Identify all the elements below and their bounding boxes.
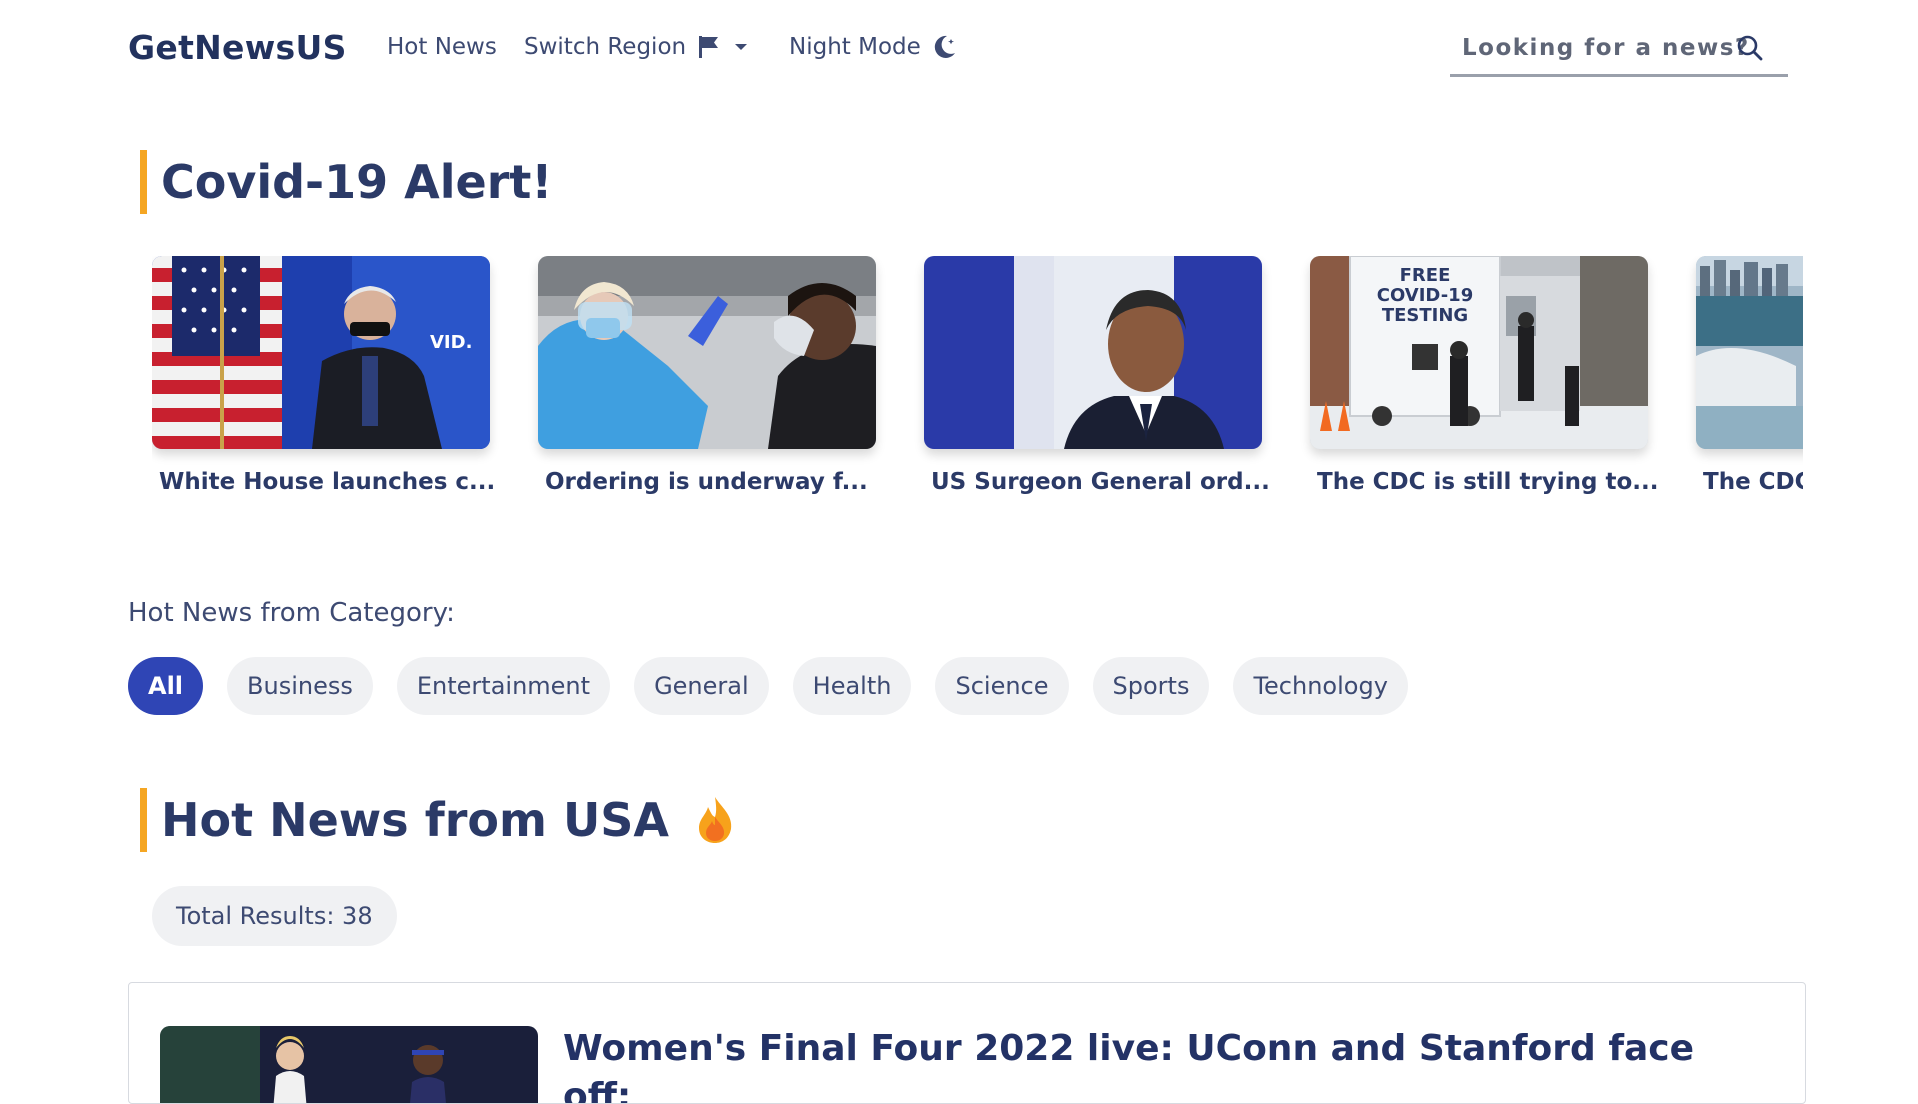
- covid-card-title: The CDC: [1703, 469, 1803, 495]
- search-icon[interactable]: [1736, 34, 1764, 62]
- truck-sign-line-1: FREE: [1400, 265, 1451, 286]
- moon-icon: [934, 35, 955, 58]
- category-chip-business[interactable]: Business: [227, 657, 373, 715]
- category-chip-all[interactable]: All: [128, 657, 204, 715]
- switch-region-label: Switch Region: [524, 34, 687, 60]
- caret-down-icon: [735, 44, 748, 50]
- top-navbar: GetNewsUS Hot News Switch Region Night M…: [128, 24, 1788, 94]
- covid-card-title: US Surgeon General ord...: [931, 469, 1270, 495]
- covid-card-title: Ordering is underway f...: [545, 469, 868, 495]
- covid-section-title: Covid-19 Alert!: [161, 155, 553, 209]
- covid-news-card[interactable]: US Surgeon General ord...: [924, 256, 1270, 495]
- nav-hot-news[interactable]: Hot News: [387, 34, 497, 60]
- svg-text:VID.: VID.: [430, 332, 472, 353]
- covid-news-card[interactable]: The CDC: [1696, 256, 1803, 495]
- surgeon-general-photo: [924, 256, 1262, 449]
- fire-icon: [699, 797, 732, 843]
- covid-news-card[interactable]: FREE COVID-19 TESTING The CDC is still t…: [1310, 256, 1659, 495]
- free-testing-truck-photo: FREE COVID-19 TESTING: [1310, 256, 1648, 449]
- biden-mask-photo: VID.: [152, 256, 490, 449]
- covid-news-carousel[interactable]: VID. White House launches c... Ordering …: [152, 256, 1803, 506]
- category-label: Hot News from Category:: [128, 598, 455, 628]
- total-results-badge: Total Results: 38: [152, 886, 397, 946]
- switch-region-dropdown[interactable]: Switch Region: [524, 34, 748, 60]
- covid-card-title: White House launches c...: [159, 469, 496, 495]
- category-chip-sports[interactable]: Sports: [1092, 657, 1210, 715]
- brand-logo[interactable]: GetNewsUS: [128, 28, 347, 67]
- category-chips: All Business Entertainment General Healt…: [128, 657, 1432, 715]
- hot-news-section-title: Hot News from USA: [161, 793, 670, 847]
- truck-sign-line-2: COVID-19: [1377, 285, 1473, 306]
- category-chip-general[interactable]: General: [634, 657, 769, 715]
- covid-news-card[interactable]: Ordering is underway f...: [538, 256, 876, 495]
- basketball-players-photo: [160, 1026, 538, 1103]
- category-chip-technology[interactable]: Technology: [1233, 657, 1408, 715]
- news-article-title[interactable]: Women's Final Four 2022 live: UConn and …: [563, 1025, 1763, 1103]
- night-mode-label: Night Mode: [789, 34, 921, 60]
- flag-icon: [699, 36, 719, 58]
- nasal-swab-test-photo: [538, 256, 876, 449]
- truck-sign-line-3: TESTING: [1382, 305, 1468, 326]
- hot-news-section-heading: Hot News from USA: [140, 788, 735, 852]
- search-box: [1450, 24, 1788, 77]
- category-chip-science[interactable]: Science: [935, 657, 1069, 715]
- category-chip-entertainment[interactable]: Entertainment: [396, 657, 611, 715]
- covid-section-heading: Covid-19 Alert!: [140, 150, 552, 214]
- night-mode-toggle[interactable]: Night Mode: [789, 34, 957, 60]
- search-input[interactable]: [1460, 26, 1754, 70]
- city-aerial-photo: [1696, 256, 1803, 449]
- nav-hot-news-label: Hot News: [387, 34, 497, 60]
- covid-news-card[interactable]: VID. White House launches c...: [152, 256, 496, 495]
- category-chip-health[interactable]: Health: [792, 657, 912, 715]
- covid-card-title: The CDC is still trying to...: [1317, 469, 1659, 495]
- news-article-card[interactable]: Women's Final Four 2022 live: UConn and …: [128, 982, 1806, 1104]
